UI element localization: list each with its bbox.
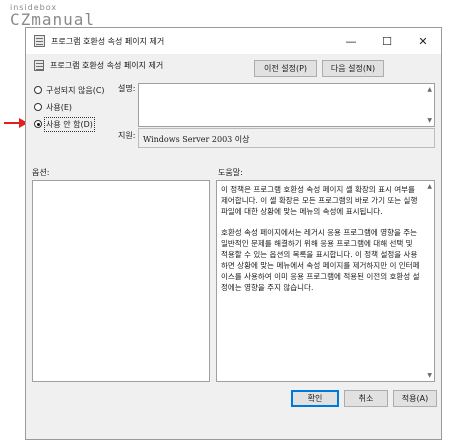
scroll-down-icon[interactable]: ▼ — [427, 372, 432, 379]
policy-doc-icon — [34, 35, 45, 47]
watermark: insidebox CZmanual — [10, 3, 95, 29]
window-controls: — ☐ ✕ — [333, 28, 441, 54]
policy-dialog: 프로그램 호환성 속성 페이지 제거 — ☐ ✕ 프로그램 호환성 속성 페이지… — [25, 27, 442, 440]
scroll-down-icon[interactable]: ▼ — [427, 117, 432, 124]
comment-textarea[interactable]: ▲ ▼ — [138, 83, 435, 127]
radio-disabled[interactable]: 사용 안 함(D) — [34, 116, 95, 132]
minimize-button[interactable]: — — [333, 28, 369, 54]
help-label: 도움말: — [218, 168, 243, 177]
setting-name: 프로그램 호환성 속성 페이지 제거 — [50, 61, 164, 70]
scroll-up-icon[interactable]: ▲ — [427, 86, 432, 93]
supported-label: 지원: — [118, 131, 136, 140]
policy-doc-icon — [34, 60, 44, 71]
window-title: 프로그램 호환성 속성 페이지 제거 — [51, 36, 165, 46]
radio-circle[interactable] — [34, 103, 42, 111]
title-bar[interactable]: 프로그램 호환성 속성 페이지 제거 — ☐ ✕ — [26, 28, 441, 54]
ok-button[interactable]: 확인 — [291, 390, 339, 407]
radio-circle-checked[interactable] — [34, 120, 42, 128]
help-text: 이 정책은 프로그램 호환성 속성 페이지 셸 확장의 표시 여부를 제어합니다… — [221, 184, 420, 303]
options-label: 옵션: — [32, 168, 50, 177]
radio-label: 사용(E) — [46, 102, 73, 112]
help-panel: 이 정책은 프로그램 호환성 속성 페이지 셸 확장의 표시 여부를 제어합니다… — [216, 180, 435, 382]
apply-button[interactable]: 적용(A) — [393, 390, 437, 407]
prev-setting-button[interactable]: 이전 설정(P) — [254, 60, 317, 77]
help-paragraph-2: 호환성 속성 페이지에서는 레거시 응용 프로그램에 영향을 주는 일반적인 문… — [221, 228, 420, 292]
radio-not-configured[interactable]: 구성되지 않음(C) — [34, 84, 105, 96]
help-paragraph-1: 이 정책은 프로그램 호환성 속성 페이지 셸 확장의 표시 여부를 제어합니다… — [221, 185, 418, 216]
maximize-button[interactable]: ☐ — [369, 28, 405, 54]
scroll-up-icon[interactable]: ▲ — [427, 183, 432, 190]
close-button[interactable]: ✕ — [405, 28, 441, 54]
next-setting-button[interactable]: 다음 설정(N) — [322, 60, 384, 77]
radio-circle[interactable] — [34, 86, 42, 94]
radio-enabled[interactable]: 사용(E) — [34, 101, 72, 113]
supported-box: Windows Server 2003 이상 — [138, 128, 435, 148]
cancel-button[interactable]: 취소 — [344, 390, 388, 407]
supported-value: Windows Server 2003 이상 — [143, 135, 250, 144]
options-panel — [32, 180, 210, 382]
comment-label: 설명: — [118, 84, 136, 93]
setting-header: 프로그램 호환성 속성 페이지 제거 — [34, 60, 163, 71]
radio-label: 사용 안 함(D) — [44, 116, 95, 132]
radio-label: 구성되지 않음(C) — [46, 85, 105, 95]
